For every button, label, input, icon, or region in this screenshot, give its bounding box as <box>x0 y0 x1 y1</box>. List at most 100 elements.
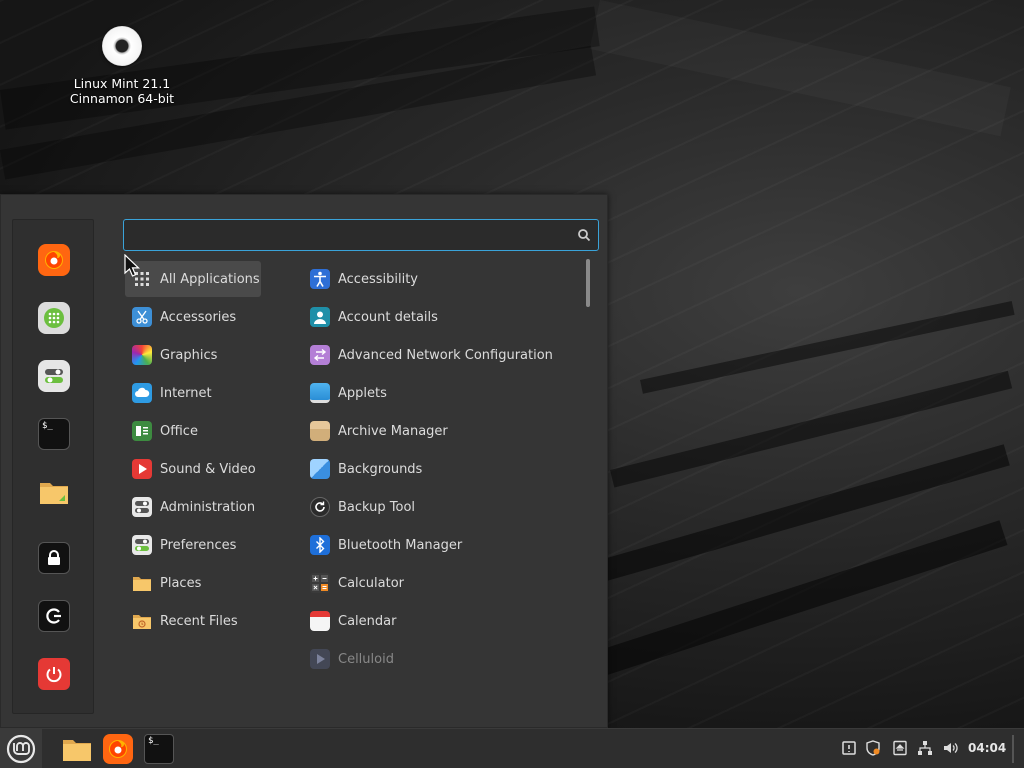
folder-icon <box>63 740 91 761</box>
preferences-toggles-icon <box>132 535 152 555</box>
app-calculator[interactable]: Calculator <box>303 565 573 601</box>
network-arrows-icon <box>310 345 330 365</box>
celluloid-icon <box>310 649 330 669</box>
category-administration[interactable]: Administration <box>125 489 261 525</box>
recent-folder-icon <box>132 611 152 631</box>
app-label: Account details <box>338 309 438 325</box>
category-label: Sound & Video <box>160 461 256 477</box>
color-palette-icon <box>132 345 152 365</box>
calendar-icon <box>310 611 330 631</box>
category-label: Preferences <box>160 537 237 553</box>
app-backup-tool[interactable]: Backup Tool <box>303 489 573 525</box>
admin-toggles-icon <box>132 497 152 517</box>
favorite-software-manager[interactable] <box>38 302 70 334</box>
mint-logo-icon <box>6 734 36 764</box>
user-icon <box>310 307 330 327</box>
archive-box-icon <box>310 421 330 441</box>
app-label: Archive Manager <box>338 423 448 439</box>
category-places[interactable]: Places <box>125 565 261 601</box>
tray-notifications[interactable] <box>840 739 858 757</box>
logout-icon <box>46 608 61 624</box>
folder-icon <box>40 483 68 504</box>
optical-disc-icon <box>102 26 142 66</box>
scissors-icon <box>132 307 152 327</box>
favorite-logout[interactable] <box>38 600 70 632</box>
application-menu: $_ All Applications Accessories Graphics <box>0 194 608 728</box>
desktop-icon-label-line1: Linux Mint 21.1 <box>73 76 171 91</box>
category-preferences[interactable]: Preferences <box>125 527 261 563</box>
category-recent-files[interactable]: Recent Files <box>125 603 261 639</box>
taskbar-launcher-firefox[interactable] <box>103 734 133 764</box>
settings-toggles-icon <box>45 369 63 383</box>
tray-sound[interactable] <box>941 739 959 757</box>
shield-icon <box>866 740 880 756</box>
app-account-details[interactable]: Account details <box>303 299 573 335</box>
category-label: Recent Files <box>160 613 238 629</box>
volume-icon <box>944 743 958 753</box>
favorites-sidebar: $_ <box>12 219 94 714</box>
app-label: Backgrounds <box>338 461 423 477</box>
category-internet[interactable]: Internet <box>125 375 261 411</box>
firefox-icon <box>45 251 63 269</box>
favorite-system-settings[interactable] <box>38 360 70 392</box>
app-label: Calculator <box>338 575 405 591</box>
bluetooth-icon <box>310 535 330 555</box>
category-office[interactable]: Office <box>125 413 261 449</box>
app-backgrounds[interactable]: Backgrounds <box>303 451 573 487</box>
network-icon <box>918 741 932 755</box>
category-label: All Applications <box>160 271 260 287</box>
app-calendar[interactable]: Calendar <box>303 603 573 639</box>
favorite-terminal[interactable]: $_ <box>38 418 70 450</box>
desktop-icon-label-line2: Cinnamon 64-bit <box>69 91 175 106</box>
calculator-icon <box>310 573 330 593</box>
cloud-icon <box>132 383 152 403</box>
office-icon <box>132 421 152 441</box>
apps-scrollbar[interactable] <box>586 259 590 307</box>
favorite-shutdown[interactable] <box>38 658 70 690</box>
app-label: Applets <box>338 385 387 401</box>
app-accessibility[interactable]: Accessibility <box>303 261 573 297</box>
taskbar: $_ 04:04 <box>0 728 1024 768</box>
app-applets[interactable]: Applets <box>303 375 573 411</box>
category-label: Graphics <box>160 347 218 363</box>
taskbar-clock[interactable]: 04:04 <box>968 741 1006 755</box>
tray-removable-drives[interactable] <box>891 739 909 757</box>
power-icon <box>46 667 62 683</box>
tray-update-manager[interactable] <box>864 739 882 757</box>
category-label: Places <box>160 575 202 591</box>
category-sound-video[interactable]: Sound & Video <box>125 451 261 487</box>
app-celluloid[interactable]: Celluloid <box>303 641 573 677</box>
firefox-icon <box>109 740 127 758</box>
app-label: Backup Tool <box>338 499 416 515</box>
folder-icon <box>132 573 152 593</box>
app-label: Advanced Network Configuration <box>338 347 553 363</box>
notification-icon <box>842 741 856 755</box>
software-manager-icon <box>44 308 64 328</box>
search-input[interactable] <box>123 219 599 251</box>
favorite-firefox[interactable] <box>38 244 70 276</box>
accessibility-icon <box>310 269 330 289</box>
app-archive-manager[interactable]: Archive Manager <box>303 413 573 449</box>
applets-icon <box>310 383 330 403</box>
search-icon[interactable] <box>577 228 591 242</box>
favorite-lock-screen[interactable] <box>38 542 70 574</box>
category-accessories[interactable]: Accessories <box>125 299 261 335</box>
taskbar-launcher-terminal[interactable]: $_ <box>144 734 174 764</box>
app-bluetooth-manager[interactable]: Bluetooth Manager <box>303 527 573 563</box>
mouse-cursor-icon <box>124 254 140 277</box>
show-desktop-edge[interactable] <box>1012 735 1014 763</box>
app-advanced-network-configuration[interactable]: Advanced Network Configuration <box>303 337 573 373</box>
category-graphics[interactable]: Graphics <box>125 337 261 373</box>
tray-network[interactable] <box>916 739 934 757</box>
category-label: Office <box>160 423 198 439</box>
app-label: Accessibility <box>338 271 418 287</box>
terminal-icon: $_ <box>42 421 53 431</box>
menu-button[interactable] <box>0 729 42 768</box>
terminal-icon: $_ <box>148 736 159 746</box>
app-label: Celluloid <box>338 651 394 667</box>
favorite-files[interactable] <box>38 476 70 508</box>
taskbar-launcher-files[interactable] <box>62 734 92 764</box>
category-all-applications[interactable]: All Applications <box>125 261 261 297</box>
desktop-icon-os-disc[interactable]: Linux Mint 21.1 Cinnamon 64-bit <box>62 24 182 106</box>
drive-eject-icon <box>893 740 907 756</box>
